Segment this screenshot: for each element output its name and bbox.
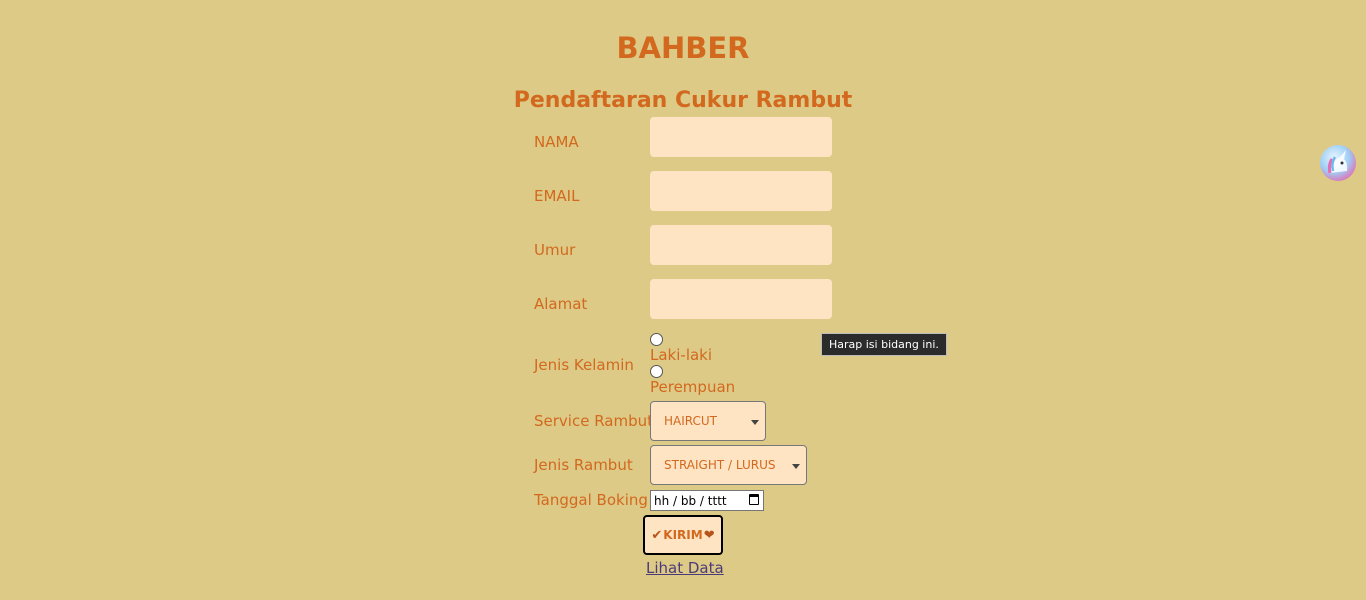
- form-title: Pendaftaran Cukur Rambut: [513, 88, 853, 113]
- nama-input[interactable]: [650, 117, 832, 157]
- hair-type-select[interactable]: STRAIGHT / LURUS: [650, 445, 807, 485]
- unicorn-icon: [1327, 150, 1348, 174]
- chevron-down-icon: [792, 464, 800, 469]
- service-label: Service Rambut: [534, 412, 654, 430]
- calendar-icon[interactable]: [749, 494, 759, 505]
- email-label: EMAIL: [534, 187, 580, 205]
- umur-label: Umur: [534, 241, 576, 259]
- date-label: Tanggal Boking: [534, 491, 648, 509]
- umur-input[interactable]: [650, 225, 832, 265]
- hair-type-select-value: STRAIGHT / LURUS: [664, 458, 776, 472]
- heart-icon: ❤: [703, 527, 715, 543]
- gender-option-male-label: Laki-laki: [650, 346, 713, 364]
- service-select[interactable]: HAIRCUT: [650, 401, 766, 441]
- date-placeholder: hh / bb / tttt: [654, 493, 727, 508]
- gender-radio-female[interactable]: [650, 365, 663, 378]
- nama-label: NAMA: [534, 133, 579, 151]
- submit-button[interactable]: ✔ KIRIM ❤: [643, 515, 723, 555]
- gender-radio-male[interactable]: [650, 333, 663, 346]
- gender-option-female-label: Perempuan: [650, 378, 736, 396]
- alamat-label: Alamat: [534, 295, 588, 313]
- email-input[interactable]: [650, 171, 832, 211]
- service-select-value: HAIRCUT: [664, 414, 718, 428]
- check-icon: ✔: [651, 527, 663, 543]
- alamat-input[interactable]: [650, 279, 832, 319]
- unicorn-avatar-icon[interactable]: [1320, 145, 1356, 181]
- registration-page: BAHBER Pendaftaran Cukur Rambut NAMA EMA…: [0, 0, 1366, 600]
- validation-tooltip: Harap isi bidang ini.: [821, 333, 947, 356]
- brand-title: BAHBER: [616, 31, 750, 65]
- hair-type-label: Jenis Rambut: [534, 456, 633, 474]
- chevron-down-icon: [751, 420, 759, 425]
- gender-label: Jenis Kelamin: [534, 356, 634, 374]
- booking-date-input[interactable]: hh / bb / tttt: [650, 490, 764, 511]
- submit-label: KIRIM: [663, 528, 703, 542]
- view-data-link[interactable]: Lihat Data: [646, 559, 724, 577]
